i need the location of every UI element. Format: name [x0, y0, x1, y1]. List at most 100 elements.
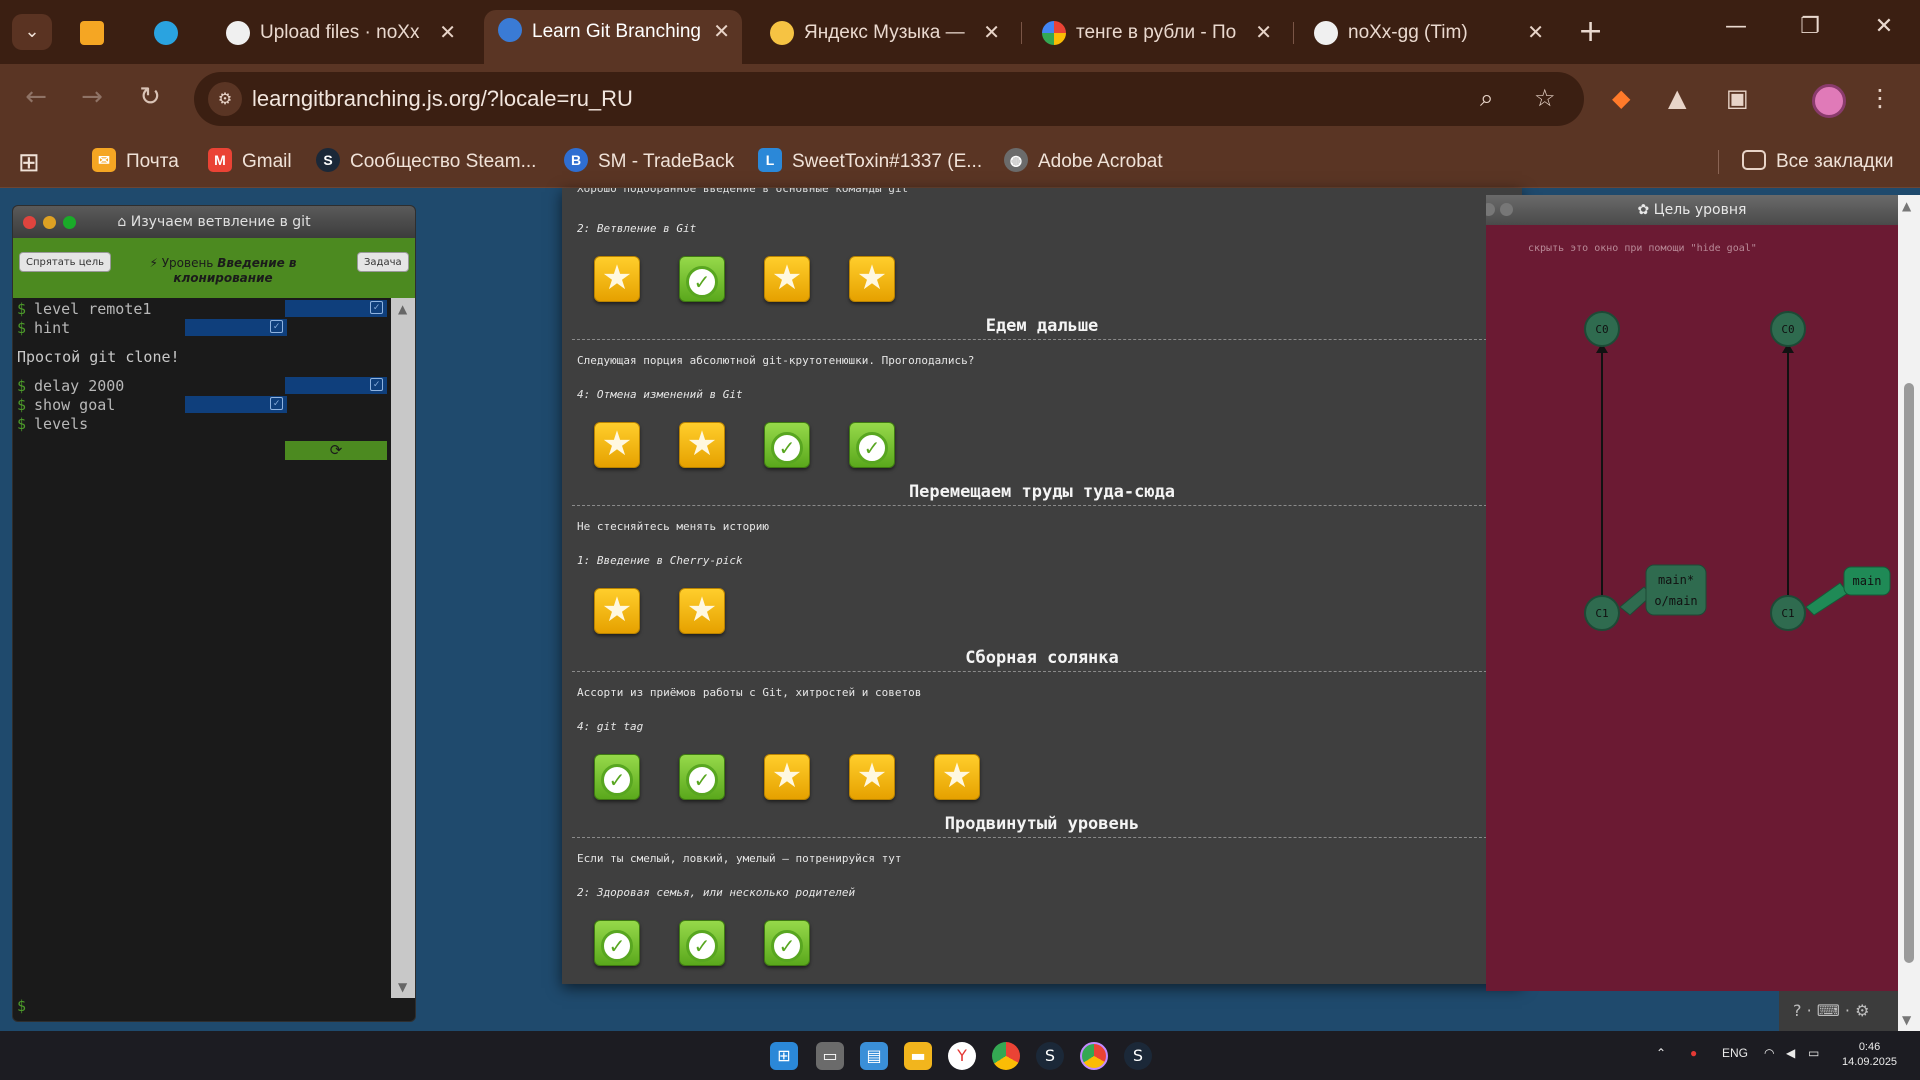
level-star-icon[interactable]: ★	[849, 754, 895, 800]
bookmark-mail[interactable]: ✉ Почта	[92, 146, 179, 178]
tab-github-profile[interactable]: noXx-gg (Tim) ✕	[1300, 12, 1556, 54]
level-check-icon[interactable]: ✓	[764, 920, 810, 966]
scroll-down-icon[interactable]: ▼	[1902, 1013, 1911, 1027]
steam-icon[interactable]: S	[1124, 1042, 1152, 1070]
browser-menu-icon[interactable]: ⋮	[1868, 84, 1892, 112]
extensions-puzzle-icon[interactable]: ▣	[1726, 84, 1749, 112]
chrome-profile-icon[interactable]	[1080, 1042, 1108, 1070]
level-check-icon[interactable]: ✓	[679, 920, 725, 966]
wifi-icon[interactable]: ◠	[1764, 1046, 1774, 1060]
zoom-icon[interactable]: ⌕	[1480, 84, 1493, 112]
level-star-icon[interactable]: ★	[764, 754, 810, 800]
all-bookmarks-button[interactable]: Все закладки	[1742, 146, 1894, 178]
extension-hat-icon[interactable]: ▲	[1668, 84, 1686, 112]
widgets-icon[interactable]: ▤	[860, 1042, 888, 1070]
bookmark-tradeback[interactable]: B SM - TradeBack	[564, 146, 734, 178]
checkbox-icon: ✓	[370, 301, 383, 314]
level-star-icon[interactable]: ★	[679, 588, 725, 634]
tab-github-upload[interactable]: Upload files · noXx ✕	[212, 12, 468, 54]
microphone-icon[interactable]: ●	[1690, 1046, 1697, 1060]
task-button[interactable]: Задача	[357, 252, 409, 272]
level-star-icon[interactable]: ★	[594, 588, 640, 634]
reload-button[interactable]: ↻	[132, 82, 168, 112]
page-scrollbar[interactable]: ▲ ▼	[1898, 195, 1920, 1031]
command-input-prompt[interactable]: $	[17, 997, 26, 1015]
telegram-icon	[154, 21, 178, 45]
start-icon[interactable]: ⊞	[770, 1042, 798, 1070]
tab-label: Upload files · noXx	[260, 22, 420, 43]
minimize-dot-icon[interactable]	[43, 216, 56, 229]
level-check-icon[interactable]: ✓	[679, 754, 725, 800]
close-window-button[interactable]: ✕	[1864, 14, 1904, 39]
chrome-icon[interactable]	[992, 1042, 1020, 1070]
apps-grid-icon[interactable]: ⊞	[18, 146, 40, 178]
file-explorer-icon[interactable]: ▬	[904, 1042, 932, 1070]
scroll-up-icon[interactable]: ▲	[1902, 199, 1911, 213]
restore-button[interactable]: ❐	[1790, 14, 1830, 39]
close-icon[interactable]: ✕	[713, 10, 730, 54]
goal-footer-controls[interactable]: ? · ⌨ · ⚙	[1779, 991, 1898, 1031]
current-level-link[interactable]: 4: Отмена изменений в Git	[577, 388, 743, 401]
bookmark-steam[interactable]: S Сообщество Steam...	[316, 146, 536, 178]
volume-icon[interactable]: ◀	[1786, 1046, 1795, 1060]
scrollbar-thumb[interactable]	[1904, 383, 1914, 963]
browser-toolbar: ← → ↻ ⚙ learngitbranching.js.org/?locale…	[0, 64, 1920, 136]
close-icon[interactable]: ✕	[1255, 12, 1272, 54]
level-star-icon[interactable]: ★	[764, 256, 810, 302]
task-view-icon[interactable]: ▭	[816, 1042, 844, 1070]
level-star-icon[interactable]: ★	[849, 256, 895, 302]
tab-google[interactable]: тенге в рубли - По ✕	[1028, 12, 1284, 54]
level-star-icon[interactable]: ★	[934, 754, 980, 800]
minimize-button[interactable]: —	[1716, 14, 1756, 39]
metamask-extension-icon[interactable]: ◆	[1612, 84, 1630, 112]
tab-mail[interactable]	[66, 12, 122, 54]
battery-icon[interactable]: ▭	[1808, 1046, 1819, 1060]
maximize-dot-icon[interactable]	[63, 216, 76, 229]
level-check-icon[interactable]: ✓	[594, 754, 640, 800]
bookmark-sweettoxin[interactable]: L SweetToxin#1337 (E...	[758, 146, 982, 178]
section-heading: Едем дальше	[572, 316, 1512, 340]
checkbox-icon: ✓	[370, 378, 383, 391]
tab-telegram[interactable]	[140, 12, 196, 54]
level-check-icon[interactable]: ✓	[849, 422, 895, 468]
yandex-music-icon	[770, 21, 794, 45]
scroll-down-icon[interactable]: ▼	[398, 980, 407, 994]
scroll-up-icon[interactable]: ▲	[398, 302, 407, 316]
close-icon[interactable]: ✕	[1527, 12, 1544, 54]
terminal-scrollbar[interactable]: ▲ ▼	[391, 298, 415, 998]
system-clock[interactable]: 0:46 14.09.2025	[1842, 1040, 1897, 1070]
level-star-icon[interactable]: ★	[594, 256, 640, 302]
level-star-icon[interactable]: ★	[679, 422, 725, 468]
forward-button[interactable]: →	[74, 82, 110, 112]
level-check-icon[interactable]: ✓	[594, 920, 640, 966]
site-info-icon[interactable]: ⚙	[208, 82, 242, 116]
checkmark-icon: ✓	[686, 930, 718, 962]
language-indicator[interactable]: ENG	[1722, 1046, 1748, 1060]
tray-chevron-icon[interactable]: ⌃	[1656, 1046, 1666, 1060]
back-button[interactable]: ←	[18, 82, 54, 112]
current-level-link[interactable]: 4: git tag	[577, 720, 643, 733]
commit-label: C1	[1781, 607, 1794, 620]
address-bar[interactable]: ⚙ learngitbranching.js.org/?locale=ru_RU…	[194, 72, 1584, 126]
tab-search-button[interactable]: ⌄	[12, 14, 52, 50]
level-check-icon[interactable]: ✓	[679, 256, 725, 302]
section-description: Не стесняйтесь менять историю	[577, 520, 770, 533]
tab-learn-git-branching[interactable]: Learn Git Branching ✕	[484, 10, 742, 64]
profile-avatar[interactable]	[1812, 84, 1846, 118]
yandex-browser-icon[interactable]: Y	[948, 1042, 976, 1070]
bookmark-star-icon[interactable]: ☆	[1534, 84, 1556, 112]
level-star-icon[interactable]: ★	[594, 422, 640, 468]
current-level-link[interactable]: 2: Здоровая семья, или несколько родител…	[577, 886, 855, 899]
close-dot-icon[interactable]	[23, 216, 36, 229]
current-level-link[interactable]: 2: Ветвление в Git	[577, 222, 696, 235]
level-check-icon[interactable]: ✓	[764, 422, 810, 468]
tab-yandex-music[interactable]: Яндекс Музыка — ✕	[756, 12, 1012, 54]
current-level-link[interactable]: 1: Введение в Cherry-pick	[577, 554, 743, 567]
new-tab-button[interactable]: +	[1578, 14, 1603, 49]
hide-goal-button[interactable]: Спрятать цель	[19, 252, 111, 272]
steam-icon[interactable]: S	[1036, 1042, 1064, 1070]
bookmark-gmail[interactable]: M Gmail	[208, 146, 292, 178]
close-icon[interactable]: ✕	[983, 12, 1000, 54]
bookmark-adobe-acrobat[interactable]: ◍ Adobe Acrobat	[1004, 146, 1163, 178]
close-icon[interactable]: ✕	[439, 12, 456, 54]
